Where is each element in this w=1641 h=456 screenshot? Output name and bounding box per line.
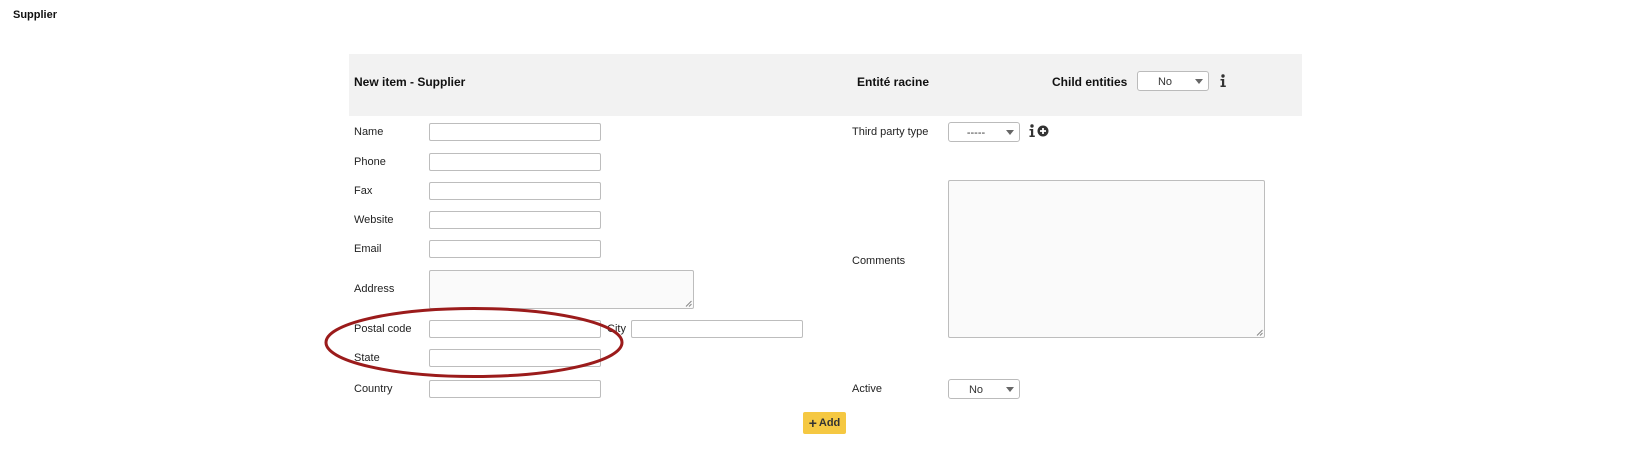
form-title: New item - Supplier <box>354 75 466 89</box>
phone-field[interactable] <box>429 153 601 171</box>
email-field[interactable] <box>429 240 601 258</box>
name-label: Name <box>354 126 384 138</box>
add-button-label: Add <box>818 417 841 429</box>
active-value: No <box>968 384 984 396</box>
state-label: State <box>354 352 380 364</box>
third-party-type-value: ----- <box>966 127 986 139</box>
entity-name: Entité racine <box>857 75 930 89</box>
active-select[interactable]: No <box>948 379 1020 399</box>
page: Supplier New item - Supplier Entité raci… <box>0 0 1641 456</box>
third-party-type-select[interactable]: ----- <box>948 122 1020 142</box>
form-header: New item - Supplier Entité racine Child … <box>349 54 1302 116</box>
website-field[interactable] <box>429 211 601 229</box>
state-field[interactable] <box>429 349 601 367</box>
country-label: Country <box>354 383 393 395</box>
child-entities-value: No <box>1157 76 1173 88</box>
address-field[interactable] <box>429 270 694 309</box>
address-label: Address <box>354 283 395 295</box>
child-entities-select[interactable]: No <box>1137 71 1209 91</box>
chevron-down-icon <box>1006 130 1014 135</box>
phone-label: Phone <box>354 156 386 168</box>
city-label: City <box>607 323 626 335</box>
resize-grip-icon[interactable] <box>685 300 692 307</box>
info-icon[interactable] <box>1027 124 1037 138</box>
chevron-down-icon <box>1195 79 1203 84</box>
email-label: Email <box>354 243 382 255</box>
country-field[interactable] <box>429 380 601 398</box>
website-label: Website <box>354 214 394 226</box>
plus-circle-icon[interactable] <box>1037 125 1049 137</box>
info-icon[interactable] <box>1218 74 1228 88</box>
comments-field[interactable] <box>948 180 1265 338</box>
add-button[interactable]: + Add <box>803 412 846 434</box>
name-field[interactable] <box>429 123 601 141</box>
plus-icon: + <box>808 415 817 431</box>
city-field[interactable] <box>631 320 803 338</box>
active-label: Active <box>852 383 882 395</box>
supplier-form: New item - Supplier Entité racine Child … <box>349 54 1302 434</box>
child-entities-label: Child entities <box>1052 75 1128 89</box>
chevron-down-icon <box>1006 387 1014 392</box>
postal-code-label: Postal code <box>354 323 412 335</box>
fax-field[interactable] <box>429 182 601 200</box>
resize-grip-icon[interactable] <box>1256 329 1263 336</box>
comments-label: Comments <box>852 255 906 267</box>
third-party-type-label: Third party type <box>852 126 929 138</box>
postal-code-field[interactable] <box>429 320 601 338</box>
fax-label: Fax <box>354 185 373 197</box>
page-title: Supplier <box>13 9 58 21</box>
